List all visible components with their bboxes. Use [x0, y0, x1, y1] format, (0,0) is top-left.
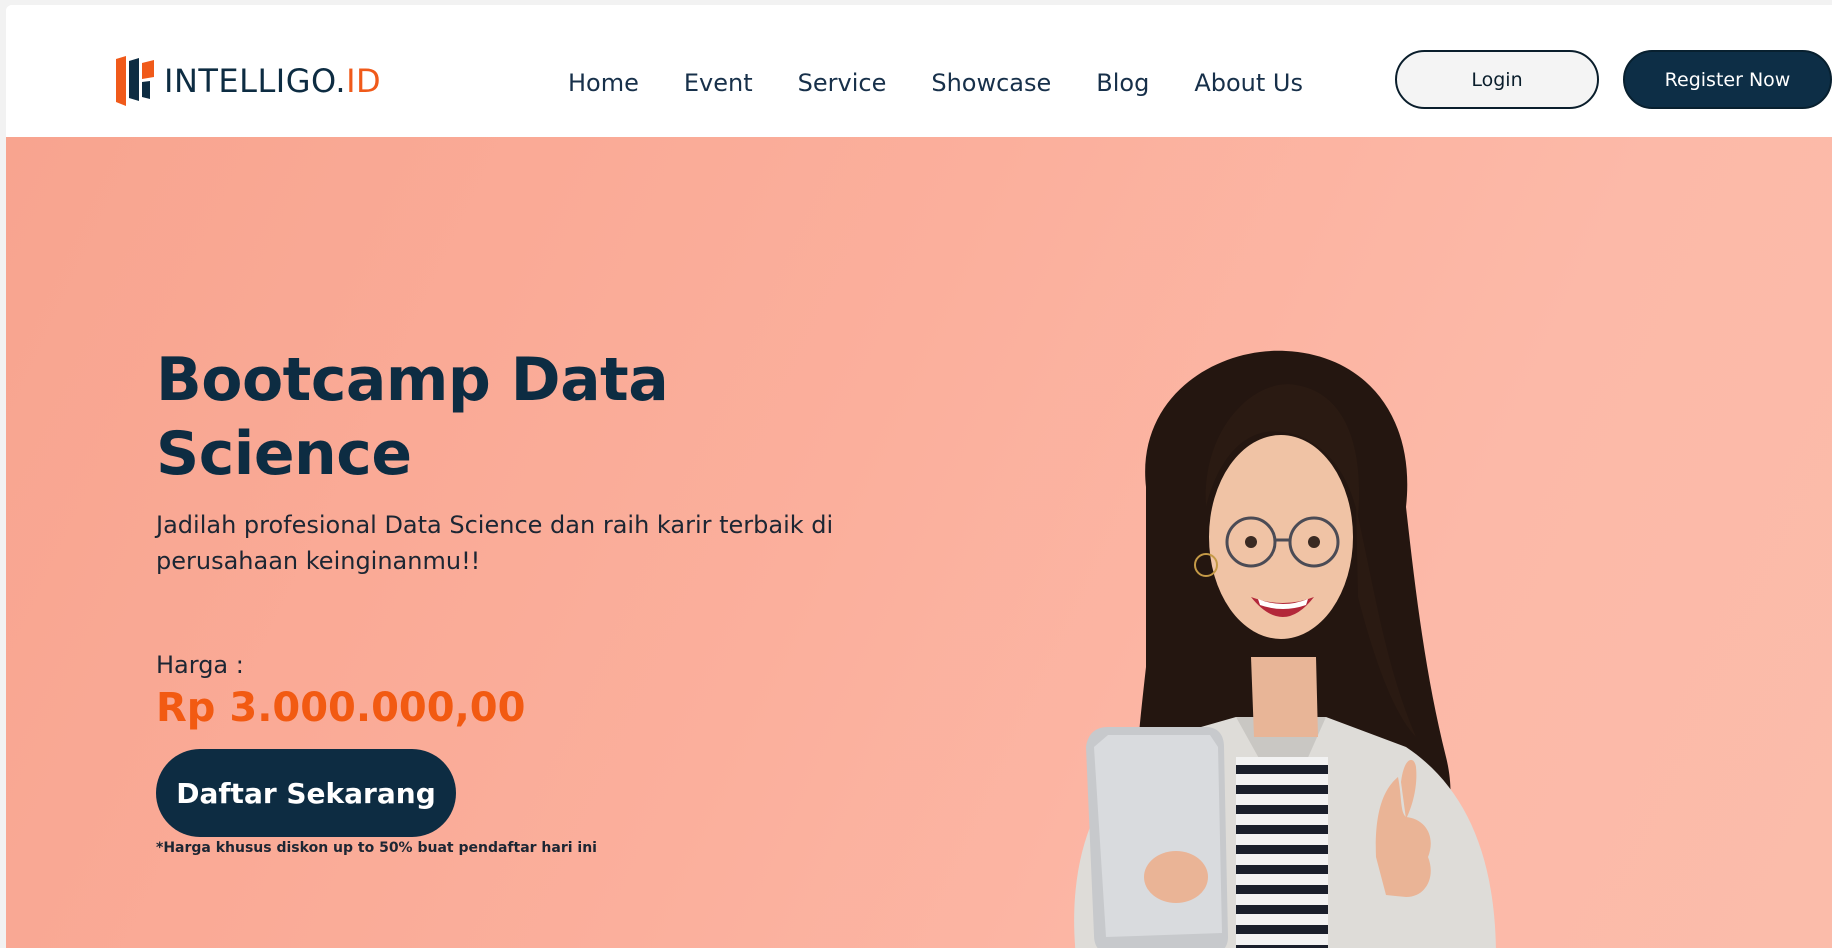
- price-label: Harga :: [156, 651, 244, 679]
- nav-item-blog[interactable]: Blog: [1096, 69, 1149, 97]
- brand-logo[interactable]: INTELLIGO.ID: [114, 53, 381, 109]
- brand-name: INTELLIGO.ID: [164, 62, 382, 100]
- nav-item-service[interactable]: Service: [798, 69, 887, 97]
- hero-section: Bootcamp Data Science Jadilah profesiona…: [6, 137, 1832, 948]
- main-nav: Home Event Service Showcase Blog About U…: [568, 69, 1303, 97]
- nav-item-showcase[interactable]: Showcase: [931, 69, 1051, 97]
- hero-subtitle: Jadilah profesional Data Science dan rai…: [156, 511, 834, 575]
- login-button[interactable]: Login: [1395, 50, 1599, 109]
- price-value: Rp 3.000.000,00: [156, 685, 526, 731]
- daftar-sekarang-button[interactable]: Daftar Sekarang: [156, 749, 456, 837]
- nav-item-event[interactable]: Event: [684, 69, 753, 97]
- discount-note: *Harga khusus diskon up to 50% buat pend…: [156, 840, 597, 856]
- hero-title-line-2: Science: [156, 419, 412, 489]
- browser-viewport: INTELLIGO.ID Home Event Service Showcase…: [6, 5, 1832, 948]
- register-now-button[interactable]: Register Now: [1623, 50, 1832, 109]
- nav-item-home[interactable]: Home: [568, 69, 639, 97]
- logo-mark-icon: [116, 56, 154, 106]
- nav-item-about-us[interactable]: About Us: [1194, 69, 1303, 97]
- hero-person-image: [1074, 350, 1496, 948]
- hero-title: Bootcamp Data Science: [156, 343, 856, 491]
- hero-title-line-1: Bootcamp Data: [156, 345, 669, 415]
- site-header: INTELLIGO.ID Home Event Service Showcase…: [6, 5, 1832, 137]
